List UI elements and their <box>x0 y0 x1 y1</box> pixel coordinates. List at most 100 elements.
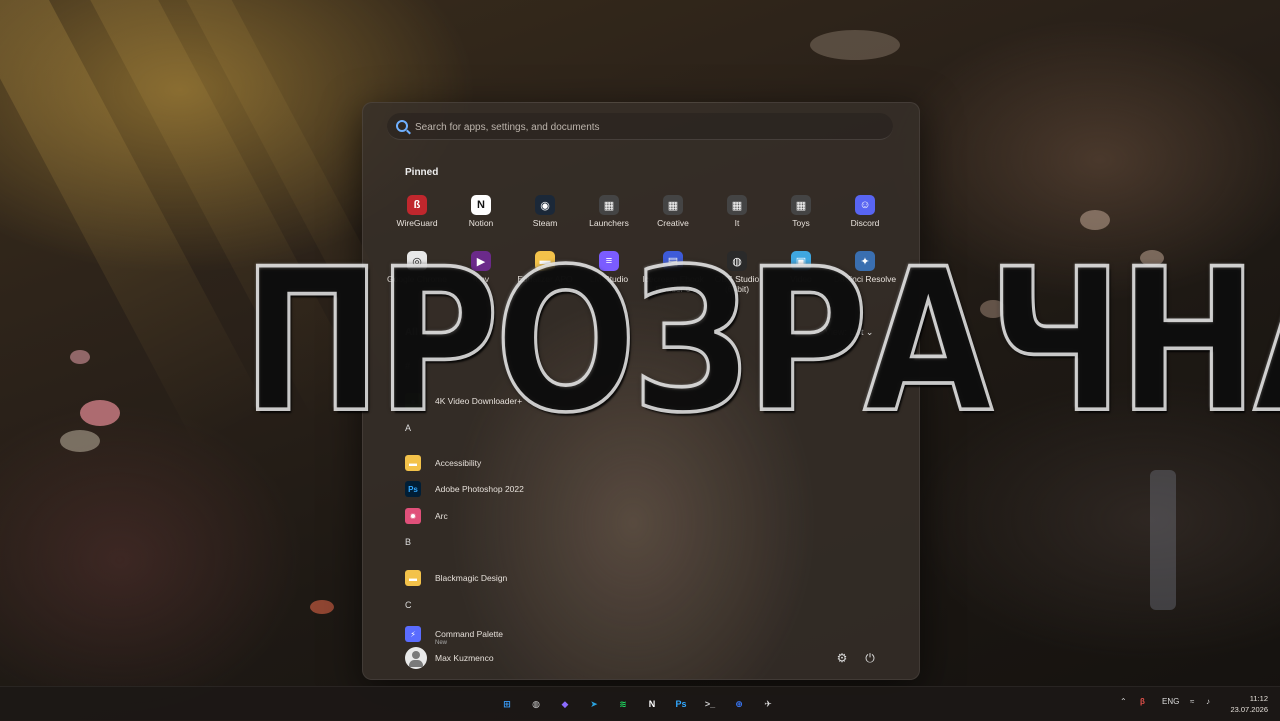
taskbar-windows-icon[interactable]: ⊞ <box>498 695 516 713</box>
pinned-app-discord[interactable]: ☺ Discord <box>833 195 897 245</box>
pinned-app-mpv[interactable]: ▶ mpv <box>449 251 513 301</box>
wireguard-tray-icon[interactable]: β <box>1140 697 1145 706</box>
pinned-app-toys[interactable]: ▦ Toys <box>769 195 833 245</box>
app-list-item[interactable]: ⚡ Command Palette New <box>405 624 504 646</box>
pinned-app-icecream-ebook-reader-6[interactable]: ▤ Icecream Ebook Reader 6 <box>641 251 705 301</box>
pinned-app-label: It <box>734 218 740 228</box>
pinned-app-equalizer-apo[interactable]: ▬ Equalizer APO <box>513 251 577 301</box>
start-menu: Pinned ß WireGuard N Notion ◉ Steam ▦ Launchers… <box>362 102 920 680</box>
pinned-app-label: mpv <box>472 274 490 284</box>
taskbar-obs-icon[interactable]: ◍ <box>527 695 545 713</box>
folder-grid-icon: ▦ <box>599 195 619 215</box>
app-list-item[interactable]: ▬ Accessibility <box>405 453 481 473</box>
pinned-app-label: Steam <box>532 218 558 228</box>
pinned-app-creative[interactable]: ▦ Creative <box>641 195 705 245</box>
clock[interactable]: 11:12 23.07.2026 <box>1230 693 1268 715</box>
ebook-icon: ▤ <box>663 251 683 271</box>
taskbar-notion-icon[interactable]: N <box>643 695 661 713</box>
settings-gear-icon[interactable]: ⚙ <box>835 651 849 665</box>
folder-grid-icon: ▦ <box>791 195 811 215</box>
app-name: Blackmagic Design <box>435 573 508 583</box>
volume-icon[interactable]: ♪ <box>1206 697 1210 706</box>
pinned-app-it[interactable]: ▦ It <box>705 195 769 245</box>
folder-icon: ▬ <box>405 455 421 471</box>
pinned-app-davinci-resolve[interactable]: ✦ DaVinci Resolve <box>833 251 897 301</box>
letter-header[interactable]: A <box>405 423 411 433</box>
pinned-app-label: Discord <box>850 218 880 228</box>
chevron-down-icon: ⌄ <box>865 327 874 337</box>
app-list-item[interactable]: ✹ Arc <box>405 506 448 526</box>
folder-icon: ▬ <box>535 251 555 271</box>
app-list-item[interactable]: ▬ Blackmagic Design <box>405 568 507 588</box>
pinned-app-label: Launchers <box>589 218 629 228</box>
pinned-app-launchers[interactable]: ▦ Launchers <box>577 195 641 245</box>
app-subtitle: New <box>435 640 448 646</box>
language-indicator[interactable]: ENG <box>1162 697 1179 706</box>
clock-time: 11:12 <box>1249 694 1268 703</box>
obs-icon: ◍ <box>727 251 747 271</box>
pinned-app-label: Notion <box>468 218 494 228</box>
app-name: Adobe Photoshop 2022 <box>435 484 524 494</box>
mpv-icon: ▶ <box>471 251 491 271</box>
clock-date: 23.07.2026 <box>1230 705 1268 714</box>
pinned-app-label: DaVinci Resolve <box>833 274 897 284</box>
pinned-app-label: LM Studio <box>589 274 629 284</box>
power-icon[interactable]: ⏻ <box>863 651 877 665</box>
taskbar-vpn-icon[interactable]: ◆ <box>556 695 574 713</box>
app-name: Command Palette <box>435 629 504 639</box>
taskbar-terminal-icon[interactable]: >_ <box>701 695 719 713</box>
app-name: 4K Video Downloader+ <box>435 396 523 406</box>
pinned-app-video[interactable]: ▣ Video <box>769 251 833 301</box>
tray-overflow-chevron-icon[interactable]: ⌃ <box>1120 697 1127 706</box>
arc-icon: ✹ <box>405 508 421 524</box>
app-name: Arc <box>435 511 448 521</box>
taskbar-windscribe-icon[interactable]: ✈ <box>759 695 777 713</box>
photoshop-icon: Ps <box>405 481 421 497</box>
letter-header[interactable]: # <box>405 361 410 371</box>
pinned-heading: Pinned <box>405 167 439 178</box>
pinned-app-google-chrome[interactable]: ◎ Google Chrome <box>385 251 449 301</box>
4k-downloader-icon: ● <box>405 393 421 409</box>
view-list-label: View: List <box>825 327 864 337</box>
folder-icon: ▬ <box>405 570 421 586</box>
lmstudio-icon: ≡ <box>599 251 619 271</box>
letter-header[interactable]: C <box>405 600 412 610</box>
wireguard-icon: ß <box>407 195 427 215</box>
pinned-app-lm-studio[interactable]: ≡ LM Studio <box>577 251 641 301</box>
pinned-app-label: Creative <box>657 218 689 228</box>
view-list-button[interactable]: View: List ⌄ <box>825 327 873 338</box>
pinned-app-label: Icecream Ebook Reader 6 <box>642 274 704 294</box>
taskbar-network-icon[interactable]: ⊕ <box>730 695 748 713</box>
app-list-item[interactable]: Ps Adobe Photoshop 2022 <box>405 479 524 499</box>
command-palette-icon: ⚡ <box>405 626 421 642</box>
taskbar-telegram-icon[interactable]: ➤ <box>585 695 603 713</box>
pinned-app-label: Toys <box>792 218 810 228</box>
search-icon <box>396 120 408 132</box>
all-apps-heading: All <box>405 327 418 338</box>
user-account-button[interactable]: Max Kuzmenco <box>405 647 494 669</box>
taskbar-photoshop-icon[interactable]: Ps <box>672 695 690 713</box>
folder-grid-icon: ▦ <box>727 195 747 215</box>
avatar <box>405 647 427 669</box>
davinci-icon: ✦ <box>855 251 875 271</box>
pinned-app-wireguard[interactable]: ß WireGuard <box>385 195 449 245</box>
pinned-app-obs-studio-64bit-[interactable]: ◍ OBS Studio (64bit) <box>705 251 769 301</box>
wifi-icon[interactable]: ≈ <box>1190 697 1194 706</box>
search-input[interactable] <box>413 116 887 138</box>
taskbar-spotify-icon[interactable]: ≋ <box>614 695 632 713</box>
app-list-item[interactable]: ● 4K Video Downloader+ <box>405 391 522 411</box>
taskbar: ⊞ ◍ ◆ ➤ ≋ N Ps >_ ⊕ ✈ ⌃ β ENG ≈ ♪ 11:12 23.07.202… <box>0 686 1280 721</box>
steam-icon: ◉ <box>535 195 555 215</box>
pinned-app-label: OBS Studio (64bit) <box>714 274 760 294</box>
pinned-app-steam[interactable]: ◉ Steam <box>513 195 577 245</box>
video-icon: ▣ <box>791 251 811 271</box>
letter-header[interactable]: B <box>405 537 411 547</box>
pinned-app-notion[interactable]: N Notion <box>449 195 513 245</box>
chrome-icon: ◎ <box>407 251 427 271</box>
pinned-app-label: Equalizer APO <box>517 274 573 284</box>
pinned-app-label: WireGuard <box>396 218 438 228</box>
discord-icon: ☺ <box>855 195 875 215</box>
pinned-app-label: Video <box>790 274 812 284</box>
folder-grid-icon: ▦ <box>663 195 683 215</box>
search-box[interactable] <box>387 113 893 140</box>
